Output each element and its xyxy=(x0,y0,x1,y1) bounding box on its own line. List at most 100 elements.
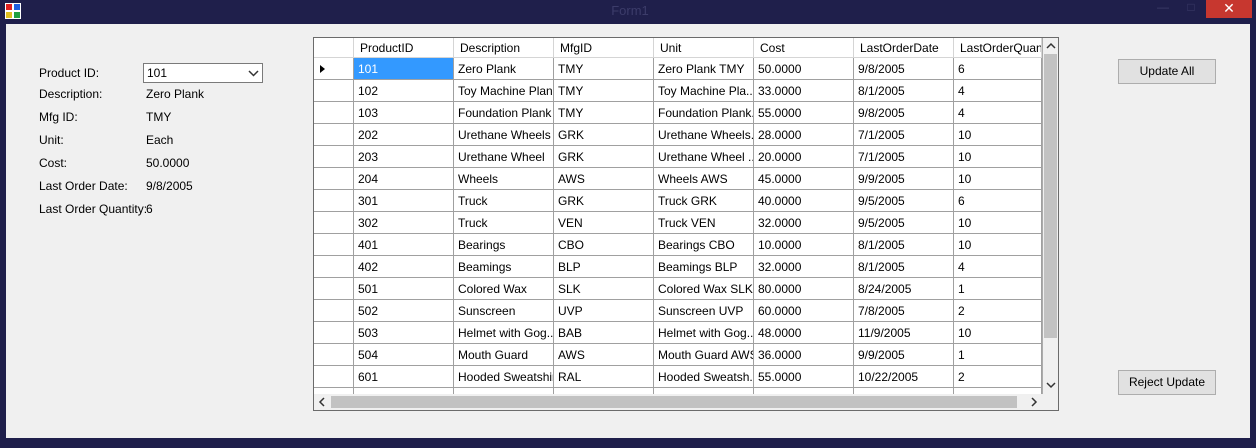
table-cell-unit[interactable]: Wheels AWS xyxy=(654,168,754,190)
table-cell-cost[interactable]: 55.0000 xyxy=(754,366,854,388)
table-cell-lastorderquantity[interactable]: 10 xyxy=(954,212,1042,234)
table-cell-unit[interactable]: Mouth Guard AWS xyxy=(654,344,754,366)
table-cell-description[interactable]: Sunscreen xyxy=(454,300,554,322)
reject-update-button[interactable]: Reject Update xyxy=(1118,370,1216,395)
table-cell-lastorderdate[interactable]: 10/22/2005 xyxy=(854,366,954,388)
table-cell-lastorderquantity[interactable]: 2 xyxy=(954,300,1042,322)
table-cell-cost[interactable]: 33.0000 xyxy=(754,80,854,102)
table-cell-lastorderdate[interactable]: 7/1/2005 xyxy=(854,124,954,146)
table-cell-lastorderdate[interactable]: 9/8/2005 xyxy=(854,58,954,80)
table-cell-lastorderquantity[interactable]: 4 xyxy=(954,256,1042,278)
table-cell-productid[interactable]: 101 xyxy=(354,58,454,80)
table-cell-productid[interactable]: 503 xyxy=(354,322,454,344)
table-cell-lastorderdate[interactable]: 11/9/2005 xyxy=(854,322,954,344)
table-cell-lastorderquantity[interactable]: 10 xyxy=(954,322,1042,344)
row-header[interactable] xyxy=(314,190,354,212)
table-cell-unit[interactable]: Sunscreen UVP xyxy=(654,300,754,322)
table-cell-unit[interactable]: Urethane Wheels... xyxy=(654,124,754,146)
table-cell-lastorderquantity[interactable]: 1 xyxy=(954,344,1042,366)
table-cell-lastorderdate[interactable]: 9/5/2005 xyxy=(854,190,954,212)
close-button[interactable]: ✕ xyxy=(1206,0,1252,18)
table-cell-lastorderdate[interactable]: 9/9/2005 xyxy=(854,168,954,190)
table-cell-productid[interactable]: 204 xyxy=(354,168,454,190)
table-row[interactable]: 102 Toy Machine Plank TMY Toy Machine Pla..… xyxy=(314,80,1042,102)
table-cell-unit[interactable]: Helmet with Gog... xyxy=(654,322,754,344)
table-cell-cost[interactable]: 10.0000 xyxy=(754,234,854,256)
row-header[interactable] xyxy=(314,256,354,278)
table-cell-mfgid[interactable]: TMY xyxy=(554,102,654,124)
table-row[interactable]: 601 Hooded Sweatshirt RAL Hooded Sweatsh...… xyxy=(314,366,1042,388)
table-cell-mfgid[interactable]: BLP xyxy=(554,256,654,278)
row-header[interactable] xyxy=(314,300,354,322)
table-cell-lastorderquantity[interactable]: 10 xyxy=(954,234,1042,256)
table-cell-productid[interactable]: 402 xyxy=(354,256,454,278)
table-cell-description[interactable]: Beamings xyxy=(454,256,554,278)
table-cell-description[interactable]: Helmet with Gog... xyxy=(454,322,554,344)
table-row[interactable]: 401 Bearings CBO Bearings CBO 10.0000 8/1/200… xyxy=(314,234,1042,256)
horizontal-scroll-thumb[interactable] xyxy=(331,396,1017,408)
table-cell-mfgid[interactable]: SLK xyxy=(554,278,654,300)
table-cell-description[interactable]: Urethane Wheels xyxy=(454,124,554,146)
table-cell-mfgid[interactable]: BAB xyxy=(554,322,654,344)
table-row[interactable]: 301 Truck GRK Truck GRK 40.0000 9/5/2005 6 xyxy=(314,190,1042,212)
table-cell-cost[interactable]: 50.0000 xyxy=(754,58,854,80)
minimize-button[interactable]: — xyxy=(1150,0,1176,18)
table-cell-unit[interactable]: Beamings BLP xyxy=(654,256,754,278)
table-cell-unit[interactable]: Hooded Sweatsh... xyxy=(654,366,754,388)
table-row[interactable]: 203 Urethane Wheel GRK Urethane Wheel ... 20… xyxy=(314,146,1042,168)
table-row[interactable]: 501 Colored Wax SLK Colored Wax SLK 80.0000 8… xyxy=(314,278,1042,300)
table-cell-lastorderdate[interactable]: 7/1/2005 xyxy=(854,146,954,168)
row-header[interactable] xyxy=(314,80,354,102)
table-cell-productid[interactable]: 102 xyxy=(354,80,454,102)
table-cell-mfgid[interactable]: VEN xyxy=(554,212,654,234)
row-header[interactable] xyxy=(314,102,354,124)
column-header-description[interactable]: Description xyxy=(454,38,554,58)
row-header[interactable] xyxy=(314,234,354,256)
row-header[interactable] xyxy=(314,366,354,388)
column-header-lastorderdate[interactable]: LastOrderDate xyxy=(854,38,954,58)
table-cell-cost[interactable]: 55.0000 xyxy=(754,102,854,124)
column-header-cost[interactable]: Cost xyxy=(754,38,854,58)
table-cell-mfgid[interactable]: TMY xyxy=(554,58,654,80)
table-cell-unit[interactable]: Urethane Wheel ... xyxy=(654,146,754,168)
table-cell-lastorderquantity[interactable]: 2 xyxy=(954,366,1042,388)
vertical-scrollbar[interactable] xyxy=(1043,38,1058,394)
table-cell-cost[interactable]: 45.0000 xyxy=(754,168,854,190)
table-cell-cost[interactable]: 60.0000 xyxy=(754,300,854,322)
horizontal-scrollbar[interactable] xyxy=(314,394,1043,410)
table-cell-productid[interactable]: 501 xyxy=(354,278,454,300)
row-header[interactable] xyxy=(314,278,354,300)
row-header[interactable] xyxy=(314,168,354,190)
update-all-button[interactable]: Update All xyxy=(1118,59,1216,84)
table-row[interactable]: 103 Foundation Plank TMY Foundation Plank..… xyxy=(314,102,1042,124)
table-cell-mfgid[interactable]: RAL xyxy=(554,366,654,388)
table-cell-lastorderquantity[interactable]: 4 xyxy=(954,102,1042,124)
table-cell-mfgid[interactable]: AWS xyxy=(554,168,654,190)
column-header-productid[interactable]: ProductID xyxy=(354,38,454,58)
table-cell-cost[interactable]: 32.0000 xyxy=(754,256,854,278)
table-cell-cost[interactable]: 40.0000 xyxy=(754,190,854,212)
table-cell-cost[interactable]: 32.0000 xyxy=(754,212,854,234)
table-cell-productid[interactable]: 301 xyxy=(354,190,454,212)
table-cell-cost[interactable]: 20.0000 xyxy=(754,146,854,168)
product-id-combobox[interactable]: 101 xyxy=(143,63,263,83)
table-row[interactable]: 202 Urethane Wheels GRK Urethane Wheels... 2… xyxy=(314,124,1042,146)
table-cell-unit[interactable]: Zero Plank TMY xyxy=(654,58,754,80)
scroll-left-icon[interactable] xyxy=(316,396,328,408)
table-cell-lastorderdate[interactable]: 9/8/2005 xyxy=(854,102,954,124)
table-cell-unit[interactable]: Truck GRK xyxy=(654,190,754,212)
table-row[interactable]: 302 Truck VEN Truck VEN 32.0000 9/5/2005 10 xyxy=(314,212,1042,234)
table-cell-mfgid[interactable]: GRK xyxy=(554,146,654,168)
table-cell-description[interactable]: Wheels xyxy=(454,168,554,190)
table-cell-productid[interactable]: 401 xyxy=(354,234,454,256)
row-header[interactable] xyxy=(314,212,354,234)
table-cell-mfgid[interactable]: AWS xyxy=(554,344,654,366)
table-cell-cost[interactable]: 48.0000 xyxy=(754,322,854,344)
table-cell-description[interactable]: Hooded Sweatshirt xyxy=(454,366,554,388)
table-cell-description[interactable]: Truck xyxy=(454,190,554,212)
table-cell-mfgid[interactable]: UVP xyxy=(554,300,654,322)
table-cell-lastorderquantity[interactable]: 6 xyxy=(954,190,1042,212)
table-cell-lastorderdate[interactable]: 8/1/2005 xyxy=(854,80,954,102)
scroll-right-icon[interactable] xyxy=(1028,396,1040,408)
table-cell-productid[interactable]: 601 xyxy=(354,366,454,388)
